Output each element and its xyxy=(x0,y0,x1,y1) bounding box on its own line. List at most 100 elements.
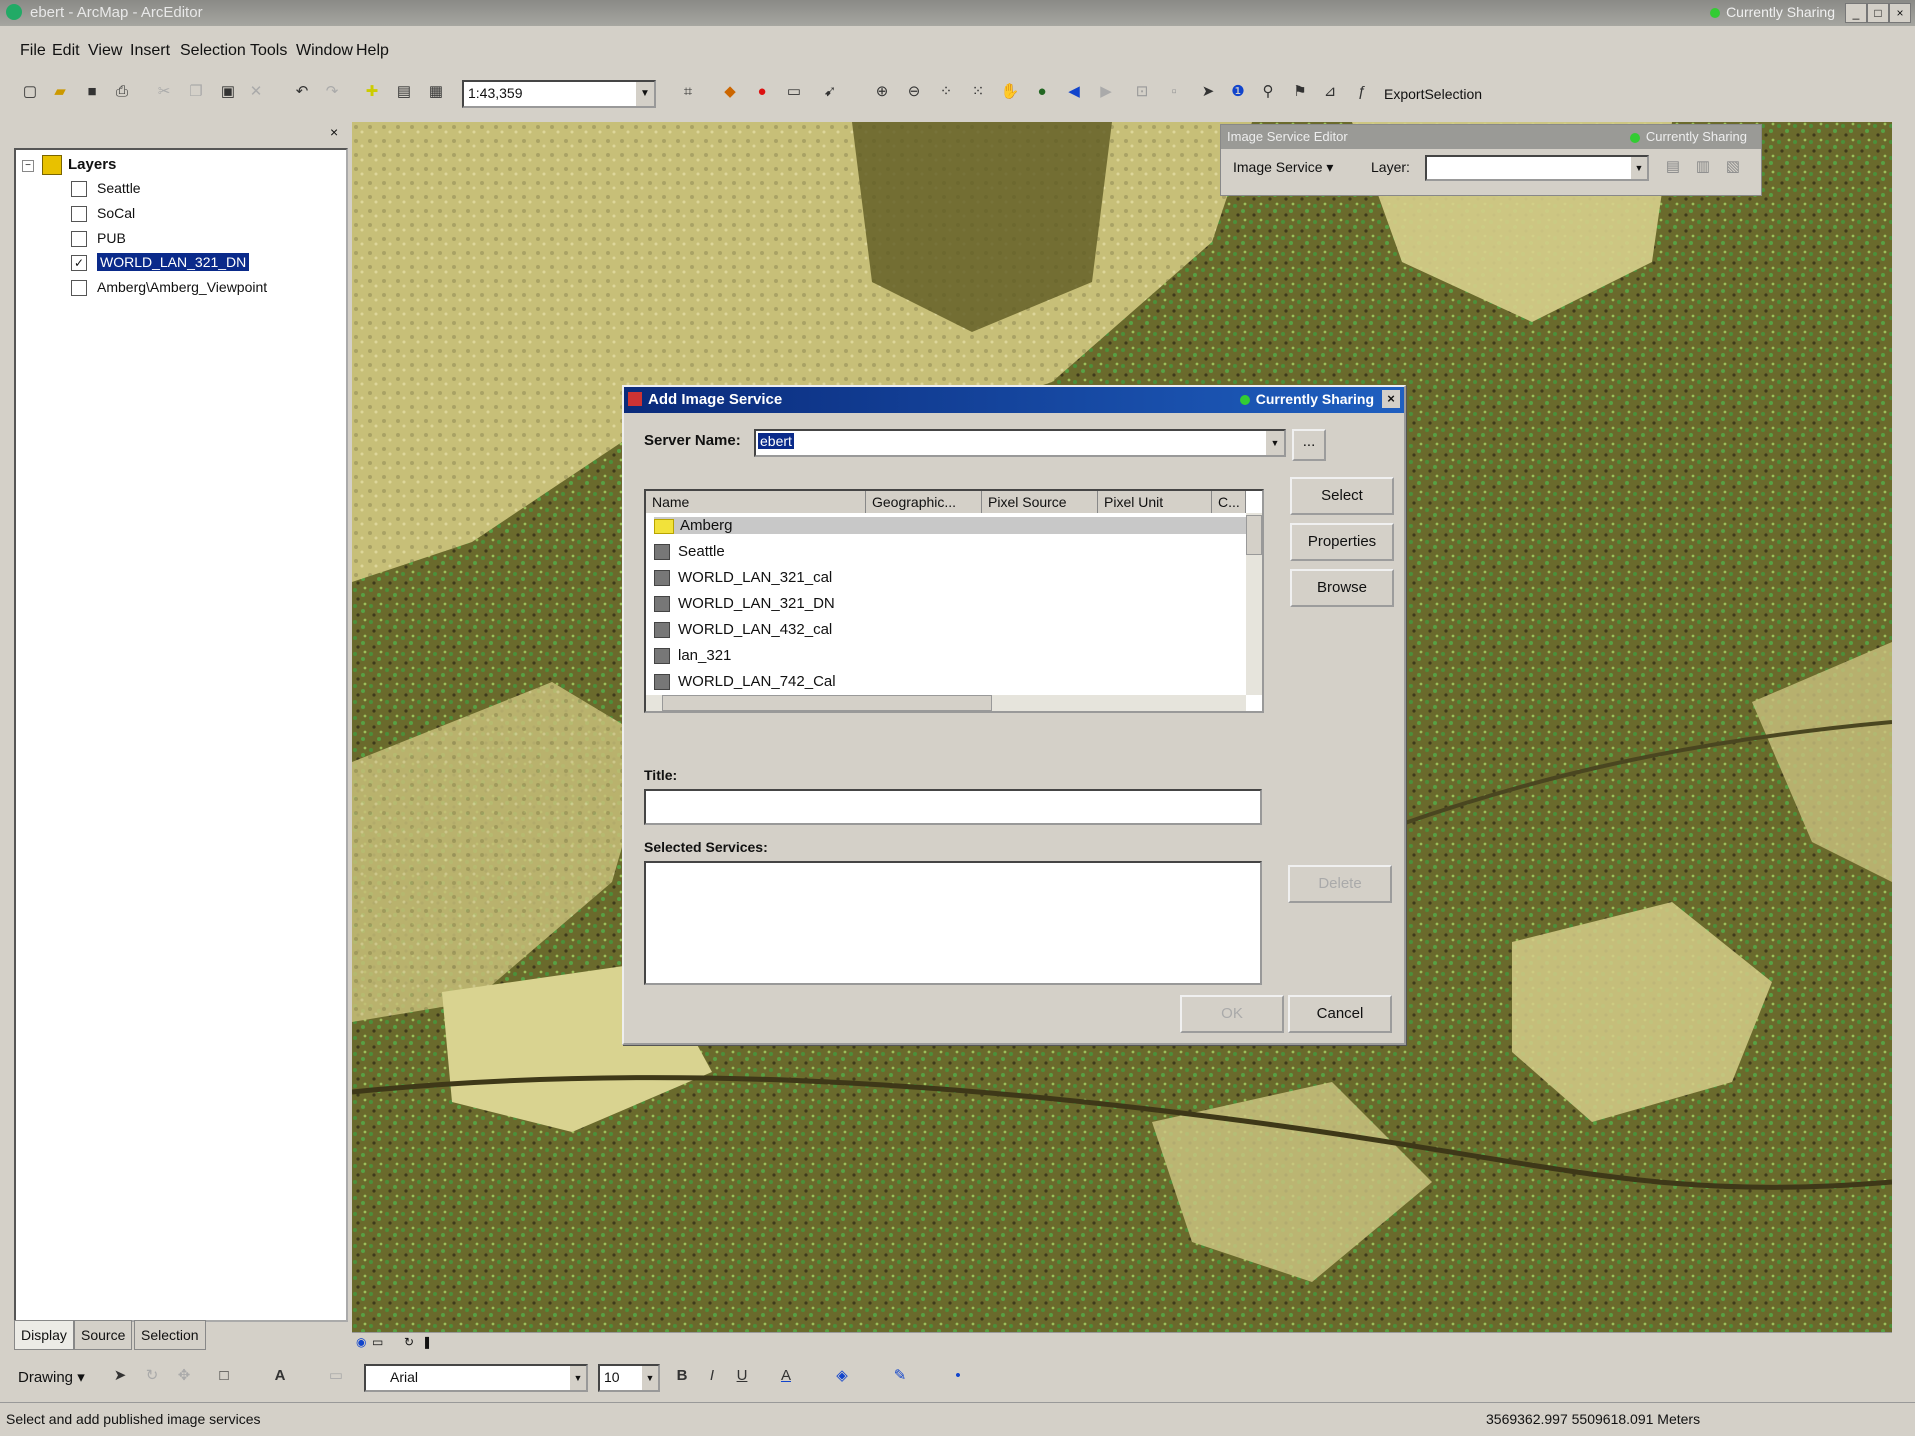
title-field[interactable] xyxy=(644,789,1262,825)
minimize-button[interactable]: _ xyxy=(1845,3,1867,23)
image-service-menu[interactable]: Image Service ▾ xyxy=(1233,159,1333,176)
chevron-down-icon[interactable]: ▼ xyxy=(570,1366,586,1390)
browse-server-button[interactable]: ... xyxy=(1292,429,1326,461)
undo-icon[interactable]: ↶ xyxy=(290,80,314,104)
rectangle-icon[interactable]: □ xyxy=(212,1364,236,1388)
select-elements-icon[interactable]: ➤ xyxy=(108,1364,132,1388)
font-dropdown[interactable]: Arial ▼ xyxy=(364,1364,588,1392)
find-icon[interactable]: ⚲ xyxy=(1256,80,1280,104)
refresh-icon[interactable]: ↻ xyxy=(404,1335,414,1349)
menu-file[interactable]: File xyxy=(20,42,46,60)
browse-button[interactable]: Browse xyxy=(1290,569,1394,607)
cancel-button[interactable]: Cancel xyxy=(1288,995,1392,1033)
column-header-pixel-source[interactable]: Pixel Source xyxy=(982,491,1098,513)
save-icon[interactable]: ■ xyxy=(80,80,104,104)
fill-color-icon[interactable]: ◈ xyxy=(830,1364,854,1388)
selected-services-list[interactable] xyxy=(644,861,1262,985)
editor-toolbar-icon[interactable]: ⌗ xyxy=(676,80,700,104)
font-color-icon[interactable]: A xyxy=(774,1364,798,1388)
menu-tools[interactable]: Tools xyxy=(250,42,287,60)
column-header-c[interactable]: C... xyxy=(1212,491,1246,513)
rotate-icon[interactable]: ↻ xyxy=(140,1364,164,1388)
copy-icon[interactable]: ❐ xyxy=(184,80,208,104)
chevron-down-icon[interactable]: ▼ xyxy=(636,82,654,106)
scroll-thumb[interactable] xyxy=(662,695,992,711)
layer-checkbox[interactable] xyxy=(71,231,87,248)
toc-layer-amberg-viewpoint[interactable]: Amberg\Amberg_Viewpoint xyxy=(71,279,267,297)
grid-icon[interactable]: ▦ xyxy=(424,80,448,104)
italic-icon[interactable]: I xyxy=(700,1364,724,1388)
menu-view[interactable]: View xyxy=(88,42,122,60)
ise-title-bar[interactable]: Image Service Editor Currently Sharing xyxy=(1221,125,1761,149)
new-icon[interactable]: ▢ xyxy=(18,80,42,104)
edit-service-icon[interactable]: ▤ xyxy=(1661,155,1685,179)
open-icon[interactable]: ▰ xyxy=(48,80,72,104)
column-header-pixel-unit[interactable]: Pixel Unit xyxy=(1098,491,1212,513)
pause-icon[interactable]: ❚ xyxy=(422,1335,432,1349)
layer-checkbox[interactable] xyxy=(71,206,87,223)
measure-icon[interactable]: ⊿ xyxy=(1318,80,1342,104)
underline-icon[interactable]: U xyxy=(730,1364,754,1388)
print-icon[interactable]: ⎙ xyxy=(110,80,134,104)
menu-window[interactable]: Window xyxy=(296,42,353,60)
layer-dropdown[interactable]: ▼ xyxy=(1425,155,1649,181)
list-item[interactable]: WORLD_LAN_432_cal xyxy=(654,621,832,639)
menu-help[interactable]: Help xyxy=(356,42,389,60)
callout-icon[interactable]: ▭ xyxy=(324,1364,348,1388)
service-tools-icon[interactable]: ▧ xyxy=(1721,155,1745,179)
full-extent-icon[interactable]: ● xyxy=(1030,80,1054,104)
column-header-name[interactable]: Name xyxy=(646,491,866,513)
layout-view-icon[interactable]: ▭ xyxy=(372,1335,383,1349)
hyperlink-icon[interactable]: ƒ xyxy=(1350,80,1374,104)
ok-button[interactable]: OK xyxy=(1180,995,1284,1033)
delete-button[interactable]: Delete xyxy=(1288,865,1392,903)
new-text-icon[interactable]: A xyxy=(268,1364,292,1388)
add-data-icon[interactable]: ✚ xyxy=(360,80,384,104)
service-properties-icon[interactable]: ▥ xyxy=(1691,155,1715,179)
list-item[interactable]: lan_321 xyxy=(654,647,731,665)
line-color-icon[interactable]: ✎ xyxy=(888,1364,912,1388)
export-selection-button[interactable]: ExportSelection xyxy=(1384,86,1482,102)
zoom-whole-page-icon[interactable]: ✥ xyxy=(172,1364,196,1388)
fixed-zoom-out-icon[interactable]: ⁙ xyxy=(966,80,990,104)
tab-display[interactable]: Display xyxy=(14,1320,74,1350)
data-view-icon[interactable]: ◉ xyxy=(356,1335,366,1349)
toc-layer-seattle[interactable]: Seattle xyxy=(71,180,141,198)
layer-checkbox[interactable] xyxy=(71,181,87,198)
map-scale-combo[interactable]: 1:43,359 ▼ xyxy=(462,80,656,108)
list-item[interactable]: WORLD_LAN_742_Cal xyxy=(654,673,836,691)
vertical-scrollbar[interactable] xyxy=(1246,513,1262,695)
back-icon[interactable]: ◀ xyxy=(1062,80,1086,104)
arctoolbox-icon[interactable]: ◆ xyxy=(718,80,742,104)
clear-selection-icon[interactable]: ▫ xyxy=(1162,80,1186,104)
bold-icon[interactable]: B xyxy=(670,1364,694,1388)
catalog-icon[interactable]: ▭ xyxy=(782,80,806,104)
list-item[interactable]: WORLD_LAN_321_cal xyxy=(654,569,832,587)
map-horizontal-scrollbar[interactable]: ◉ ▭ ↻ ❚ xyxy=(352,1332,1892,1353)
whats-this-icon[interactable]: ➹ xyxy=(818,80,842,104)
server-name-combo[interactable]: ebert ▼ xyxy=(754,429,1286,457)
layer-checkbox-checked[interactable]: ✓ xyxy=(71,255,87,272)
editor-icon[interactable]: ▤ xyxy=(392,80,416,104)
pan-icon[interactable]: ✋ xyxy=(998,80,1022,104)
toc-layer-pub[interactable]: PUB xyxy=(71,230,126,248)
menu-insert[interactable]: Insert xyxy=(130,42,170,60)
toc-layer-world-lan-321-dn[interactable]: ✓ WORLD_LAN_321_DN xyxy=(71,253,250,272)
forward-icon[interactable]: ▶ xyxy=(1094,80,1118,104)
collapse-icon[interactable]: − xyxy=(22,160,34,172)
list-item[interactable]: WORLD_LAN_321_DN xyxy=(654,595,835,613)
fixed-zoom-in-icon[interactable]: ⁘ xyxy=(934,80,958,104)
identify-icon[interactable]: ❶ xyxy=(1226,80,1250,104)
zoom-out-icon[interactable]: ⊖ xyxy=(902,80,926,104)
toolbox-icon[interactable]: ● xyxy=(750,80,774,104)
chevron-down-icon[interactable]: ▼ xyxy=(642,1366,658,1390)
menu-edit[interactable]: Edit xyxy=(52,42,80,60)
scroll-thumb[interactable] xyxy=(1246,515,1262,555)
menu-selection[interactable]: Selection xyxy=(180,42,246,60)
tab-selection[interactable]: Selection xyxy=(134,1320,206,1350)
column-header-geographic[interactable]: Geographic... xyxy=(866,491,982,513)
horizontal-scrollbar[interactable] xyxy=(646,695,1246,711)
tab-source[interactable]: Source xyxy=(74,1320,133,1350)
list-item[interactable]: Seattle xyxy=(654,543,725,561)
cut-icon[interactable]: ✂ xyxy=(152,80,176,104)
